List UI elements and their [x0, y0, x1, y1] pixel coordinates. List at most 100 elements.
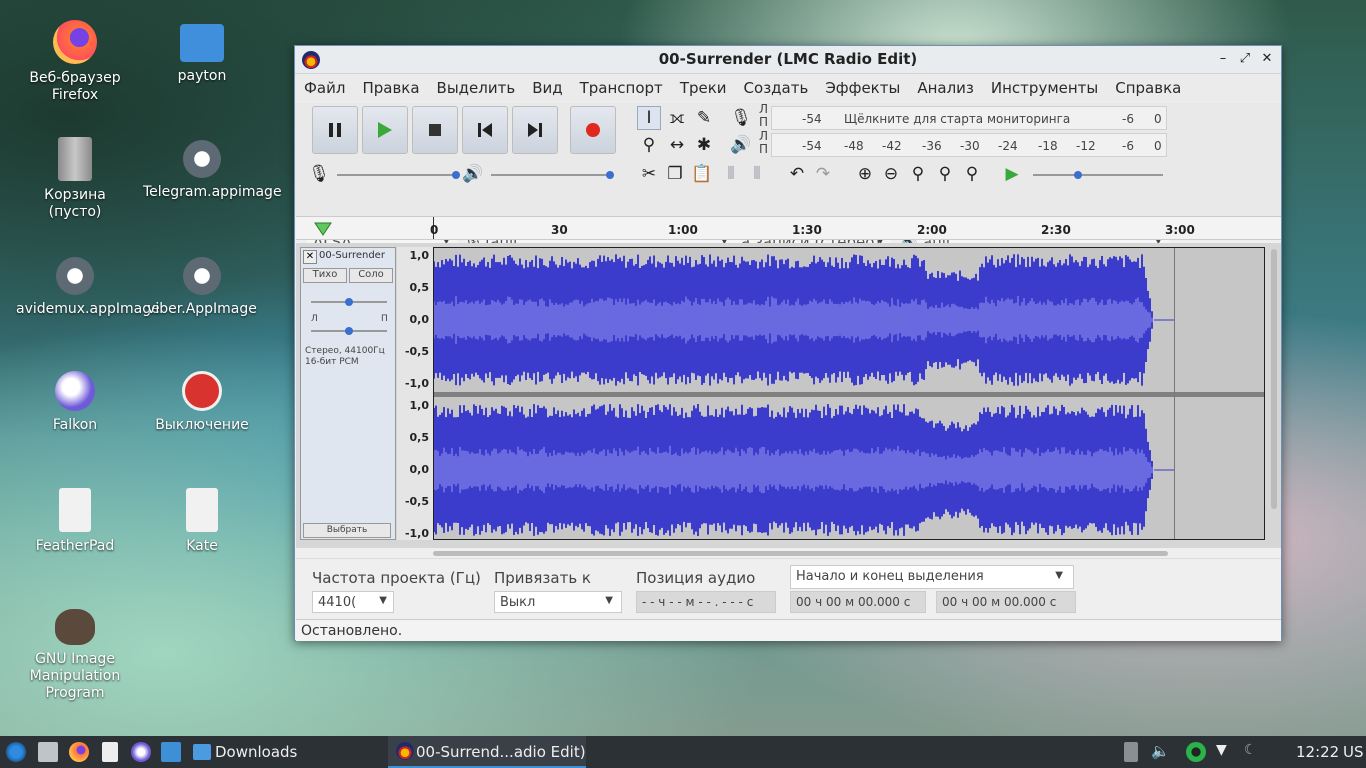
timeshift-tool-icon[interactable]: ↔	[665, 133, 689, 157]
desktop-icon-kate[interactable]: Kate	[143, 488, 261, 555]
desktop-icon-label: Выключение	[155, 417, 249, 433]
play-volume-slider[interactable]	[491, 174, 609, 176]
play-button[interactable]	[362, 106, 408, 154]
desktop-icon-falkon[interactable]: Falkon	[16, 371, 134, 434]
desktop-icon-featherpad[interactable]: FeatherPad	[16, 488, 134, 555]
menu-file[interactable]: Файл	[304, 79, 345, 97]
play-speed-slider[interactable]	[1033, 174, 1163, 176]
play-volume-knob[interactable]	[606, 171, 614, 179]
start-menu-icon[interactable]	[6, 742, 26, 762]
pan-knob[interactable]	[345, 327, 353, 335]
falkon-icon[interactable]	[131, 742, 151, 762]
desktop-icon-avidemux[interactable]: avidemux.appImage	[16, 254, 160, 318]
desktop-icon-gimp[interactable]: GNU Image Manipulation Program	[16, 605, 134, 702]
project-rate-select[interactable]: 4410( ▼	[312, 591, 394, 613]
audacity-window: 00-Surrender (LMC Radio Edit) – ⤢ ✕ Файл…	[294, 45, 1282, 641]
track-name-menu[interactable]: 00-Surrender	[319, 250, 393, 264]
keyboard-layout[interactable]: US	[1343, 743, 1364, 761]
menu-tracks[interactable]: Треки	[680, 79, 727, 97]
menu-select[interactable]: Выделить	[437, 79, 516, 97]
desktop-icon-telegram[interactable]: Telegram.appimage	[143, 137, 282, 201]
network-icon[interactable]: ▼	[1216, 742, 1236, 762]
trim-icon[interactable]: ⦀	[719, 162, 743, 186]
track-control-panel[interactable]: ✕ 00-Surrender Тихо Соло Л П Стерео, 441…	[300, 247, 396, 540]
desktop-icon-shutdown[interactable]: Выключение	[143, 371, 261, 434]
record-button[interactable]	[570, 106, 616, 154]
menu-tools[interactable]: Инструменты	[991, 79, 1098, 97]
horizontal-scrollbar[interactable]	[433, 551, 1168, 556]
skip-end-button[interactable]	[512, 106, 558, 154]
taskbar-task-audacity[interactable]: 00-Surrend...adio Edit)	[388, 736, 586, 768]
audio-position-field[interactable]: - - ч - - м - - . - - - с	[636, 591, 776, 613]
close-track-icon[interactable]: ✕	[303, 250, 317, 264]
rec-volume-slider[interactable]	[337, 174, 455, 176]
menu-generate[interactable]: Создать	[744, 79, 809, 97]
zoom-tool-icon[interactable]: ⚲	[637, 133, 661, 157]
speaker-icon[interactable]: 🔊	[729, 133, 753, 157]
silence-icon[interactable]: ⦀	[745, 162, 769, 186]
desktop-icon-viber[interactable]: viber.AppImage	[143, 254, 261, 318]
desktop-icon[interactable]	[161, 742, 181, 762]
select-button[interactable]: Выбрать	[303, 523, 391, 538]
gain-knob[interactable]	[345, 298, 353, 306]
firefox-icon[interactable]	[69, 742, 89, 762]
copy-icon[interactable]: ❐	[663, 162, 687, 186]
cut-icon[interactable]: ✂	[637, 162, 661, 186]
minimize-icon[interactable]: –	[1215, 51, 1231, 67]
taskbar-folder-label[interactable]: Downloads	[215, 743, 297, 761]
desktop-icon-payton[interactable]: payton	[143, 20, 261, 85]
pin-icon[interactable]	[313, 221, 333, 237]
fit-selection-icon[interactable]: ⚲	[906, 162, 930, 186]
paste-icon[interactable]: 📋	[690, 162, 714, 186]
menu-transport[interactable]: Транспорт	[580, 79, 663, 97]
timeline-ruler[interactable]: 0 30 1:00 1:30 2:00 2:30 3:00	[296, 216, 1281, 240]
fit-project-icon[interactable]: ⚲	[933, 162, 957, 186]
close-icon[interactable]: ✕	[1259, 51, 1275, 67]
mute-button[interactable]: Тихо	[303, 268, 347, 283]
zoom-in-icon[interactable]: ⊕	[853, 162, 877, 186]
undo-icon[interactable]: ↶	[785, 162, 809, 186]
play-at-speed-icon[interactable]: ▶	[1000, 162, 1024, 186]
zoom-toggle-icon[interactable]: ⚲	[960, 162, 984, 186]
stop-button[interactable]	[412, 106, 458, 154]
vertical-scrollbar[interactable]	[1271, 249, 1277, 509]
selection-end-field[interactable]: 00 ч 00 м 00.000 с	[936, 591, 1076, 613]
featherpad-icon[interactable]	[102, 742, 118, 762]
rec-meter-left-label: Л	[759, 102, 769, 116]
draw-tool-icon[interactable]: ✎	[692, 106, 716, 130]
snap-select[interactable]: Выкл ▼	[494, 591, 622, 613]
waveform[interactable]	[433, 247, 1265, 540]
scale-label: 0,5	[410, 281, 430, 294]
volume-icon[interactable]: 🔈	[1151, 742, 1171, 762]
maximize-icon[interactable]: ⤢	[1237, 51, 1253, 67]
menu-effects[interactable]: Эффекты	[825, 79, 900, 97]
folder-icon[interactable]	[193, 744, 211, 760]
menu-view[interactable]: Вид	[532, 79, 562, 97]
menu-analyze[interactable]: Анализ	[917, 79, 974, 97]
clock[interactable]: 12:22	[1296, 743, 1339, 761]
desktop-icon-firefox[interactable]: Веб-браузер Firefox	[16, 20, 134, 104]
play-speed-knob[interactable]	[1074, 171, 1082, 179]
playback-meter[interactable]: -54 -48 -42 -36 -30 -24 -18 -12 -6 0	[771, 133, 1167, 157]
green-status-icon[interactable]	[1186, 742, 1206, 762]
desktop-icon-trash[interactable]: Корзина (пусто)	[16, 137, 134, 221]
multi-tool-icon[interactable]: ✱	[692, 133, 716, 157]
zoom-out-icon[interactable]: ⊖	[879, 162, 903, 186]
menu-help[interactable]: Справка	[1115, 79, 1181, 97]
redo-icon[interactable]: ↷	[811, 162, 835, 186]
envelope-tool-icon[interactable]: ⟗	[665, 106, 689, 130]
file-manager-icon[interactable]	[38, 742, 58, 762]
titlebar[interactable]: 00-Surrender (LMC Radio Edit) – ⤢ ✕	[295, 46, 1281, 74]
night-mode-icon[interactable]: ☾	[1244, 742, 1264, 762]
record-meter[interactable]: -54 Щёлкните для старта мониторинга -6 0	[771, 106, 1167, 130]
skip-start-button[interactable]	[462, 106, 508, 154]
pause-button[interactable]	[312, 106, 358, 154]
selection-mode-select[interactable]: Начало и конец выделения ▼	[790, 565, 1074, 589]
clipboard-icon[interactable]	[1124, 742, 1138, 762]
selection-tool-icon[interactable]: I	[637, 106, 661, 130]
rec-volume-knob[interactable]	[452, 171, 460, 179]
mic-icon[interactable]: 🎙	[729, 106, 753, 130]
selection-start-field[interactable]: 00 ч 00 м 00.000 с	[790, 591, 926, 613]
menu-edit[interactable]: Правка	[362, 79, 419, 97]
solo-button[interactable]: Соло	[349, 268, 393, 283]
